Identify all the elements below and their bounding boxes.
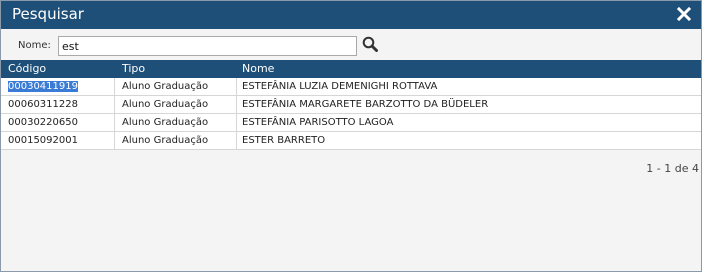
magnifier-icon[interactable]: [362, 35, 378, 53]
results-grid: Código Tipo Nome 00030411919 Aluno Gradu…: [1, 60, 701, 150]
column-divider: [114, 78, 115, 95]
column-divider: [236, 78, 237, 95]
column-divider: [236, 96, 237, 113]
dialog-titlebar: Pesquisar: [1, 1, 701, 29]
column-divider: [236, 114, 237, 131]
column-header-nome[interactable]: Nome: [242, 62, 274, 75]
column-divider: [114, 96, 115, 113]
cell-codigo: 00030411919: [8, 81, 78, 92]
search-dialog: Pesquisar Nome: Código Tipo Nome 0003041…: [0, 0, 702, 272]
column-divider: [236, 132, 237, 149]
cell-nome: ESTEFÂNIA LUZIA DEMENIGHI ROTTAVA: [242, 81, 438, 92]
cell-codigo: 00015092001: [8, 135, 78, 146]
cell-codigo: 00030220650: [8, 117, 78, 128]
column-header-codigo[interactable]: Código: [8, 62, 46, 75]
cell-nome: ESTER BARRETO: [242, 135, 326, 146]
name-label: Nome:: [18, 40, 51, 51]
cell-nome: ESTEFÂNIA MARGARETE BARZOTTO DA BÜDELER: [242, 99, 489, 110]
search-row: Nome:: [1, 29, 701, 60]
dialog-title: Pesquisar: [12, 5, 84, 23]
table-row[interactable]: 00030220650 Aluno Graduação ESTEFÂNIA PA…: [1, 114, 701, 132]
pagination-info: 1 - 1 de 4: [646, 162, 699, 175]
cell-tipo: Aluno Graduação: [122, 99, 209, 110]
table-row[interactable]: 00060311228 Aluno Graduação ESTEFÂNIA MA…: [1, 96, 701, 114]
column-header-tipo[interactable]: Tipo: [122, 62, 145, 75]
cell-tipo: Aluno Graduação: [122, 135, 209, 146]
cell-codigo: 00060311228: [8, 99, 78, 110]
cell-tipo: Aluno Graduação: [122, 117, 209, 128]
close-icon[interactable]: [676, 4, 692, 22]
column-divider: [114, 132, 115, 149]
cell-nome: ESTEFÂNIA PARISOTTO LAGOA: [242, 117, 394, 128]
grid-header: Código Tipo Nome: [1, 60, 701, 78]
column-divider: [114, 114, 115, 131]
name-search-input[interactable]: [58, 36, 357, 56]
table-row[interactable]: 00030411919 Aluno Graduação ESTEFÂNIA LU…: [1, 78, 701, 96]
cell-tipo: Aluno Graduação: [122, 81, 209, 92]
table-row[interactable]: 00015092001 Aluno Graduação ESTER BARRET…: [1, 132, 701, 150]
